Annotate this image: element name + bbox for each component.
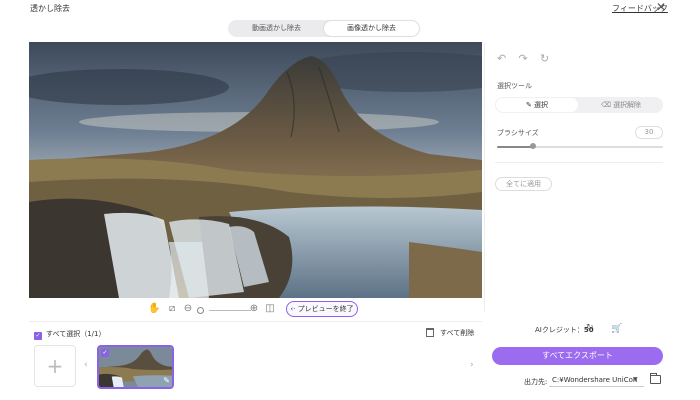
tab-image-watermark[interactable]: 画像透かし除去 (324, 21, 419, 36)
ai-credit-label: AIクレジット： (535, 326, 584, 334)
redo-icon[interactable]: ↷ (519, 52, 537, 65)
delete-all-button[interactable]: すべて削除 (426, 328, 474, 338)
end-preview-label: プレビューを終了 (297, 305, 354, 313)
compare-icon[interactable]: ◫ (264, 303, 276, 315)
brush-size-label: ブラシサイズ (497, 129, 539, 137)
brush-size-slider-knob[interactable] (530, 143, 536, 149)
chevron-down-icon[interactable]: ▼ (633, 376, 638, 383)
deselect-button[interactable]: ⌫ 選択解除 (580, 98, 662, 112)
zoom-in-icon[interactable]: ⊕ (248, 303, 260, 315)
thumbnail-checkbox[interactable]: ✓ (101, 349, 109, 357)
select-tool-toggle: ✎ 選択 ⌫ 選択解除 (495, 97, 663, 113)
output-path-select[interactable]: C:¥Wondershare UniCon (549, 374, 644, 387)
mode-tabs: 動画透かし除去 画像透かし除去 (228, 20, 420, 37)
zoom-slider-knob[interactable] (197, 307, 204, 314)
select-all-checkbox[interactable]: ✓ すべて選択（1/1） (34, 329, 106, 340)
exit-icon: ‹· (290, 305, 296, 313)
app-title: 透かし除去 (30, 4, 70, 13)
add-file-button[interactable]: + (34, 345, 76, 387)
history-controls: ↶ ↷ ↻ (497, 52, 558, 65)
edit-icon[interactable]: ✎ (163, 376, 170, 385)
end-preview-button[interactable]: ‹· プレビューを終了 (286, 301, 358, 317)
right-panel: ↶ ↷ ↻ 選択ツール ✎ 選択 ⌫ 選択解除 ブラシサイズ 30 全てに適用 (484, 42, 670, 312)
folder-icon[interactable] (650, 373, 661, 384)
select-button[interactable]: ✎ 選択 (496, 98, 578, 112)
reset-icon[interactable]: ↻ (540, 52, 558, 65)
fit-screen-icon[interactable]: ⧄ (166, 303, 178, 315)
close-icon[interactable]: ✕ (656, 0, 666, 14)
image-preview[interactable] (29, 42, 482, 298)
hand-icon[interactable]: ✋ (148, 303, 160, 315)
cart-icon[interactable]: 🛒 (611, 324, 622, 334)
select-tool-label: 選択ツール (497, 82, 532, 90)
trash-icon (426, 328, 434, 337)
scroll-left-icon[interactable]: ‹ (84, 360, 88, 370)
file-thumbnail[interactable]: ✓ ✎ (97, 345, 174, 389)
brush-size-input[interactable]: 30 (635, 126, 663, 139)
undo-icon[interactable]: ↶ (497, 52, 515, 65)
checkbox-icon: ✓ (34, 332, 42, 340)
export-all-button[interactable]: すべてエクスポート (492, 347, 663, 365)
select-all-label: すべて選択（1/1） (46, 330, 106, 338)
ai-credit: AIクレジット：50 (535, 325, 594, 335)
brush-size-slider-fill (497, 146, 533, 148)
divider (495, 162, 663, 163)
divider (29, 321, 482, 322)
landscape-image (29, 42, 482, 298)
title-bar: 透かし除去 フィードバック ✕ (0, 0, 700, 16)
refresh-icon[interactable]: ↻ (586, 323, 594, 333)
scroll-right-icon[interactable]: › (470, 360, 474, 370)
tab-video-watermark[interactable]: 動画透かし除去 (229, 21, 324, 36)
output-label: 出力先: (524, 378, 548, 386)
apply-all-button[interactable]: 全てに適用 (495, 177, 552, 191)
zoom-slider[interactable] (209, 310, 251, 311)
zoom-out-icon[interactable]: ⊖ (182, 303, 194, 315)
